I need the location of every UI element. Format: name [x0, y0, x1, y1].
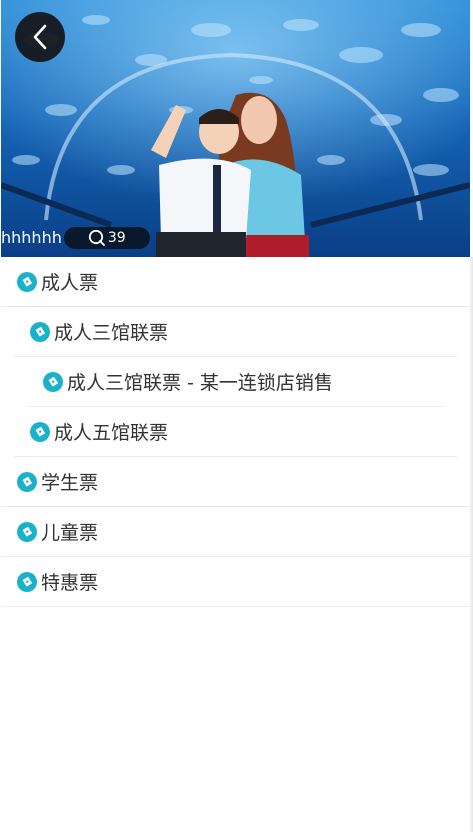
ticket-icon: [30, 421, 50, 442]
ticket-item-label: 成人三馆联票: [54, 322, 169, 344]
chevron-left-icon: [33, 24, 47, 50]
ticket-item-special[interactable]: 特惠票: [1, 557, 470, 607]
ticket-icon: [17, 571, 37, 592]
ticket-item-adult-three-venue-chain-store[interactable]: 成人三馆联票 - 某一连锁店销售: [27, 357, 444, 407]
ticket-item-adult-three-venue[interactable]: 成人三馆联票: [14, 307, 457, 357]
ticket-item-label: 成人票: [41, 272, 99, 294]
comment-count-badge[interactable]: 39: [63, 227, 150, 249]
aquarium-photo: [1, 0, 470, 257]
comment-icon: [88, 229, 105, 246]
ticket-item-adult-five-venue[interactable]: 成人五馆联票: [14, 407, 457, 457]
hero-caption: hhhhhh 39: [1, 227, 150, 249]
ticket-item-label: 成人五馆联票: [54, 422, 169, 444]
ticket-item-label: 学生票: [41, 472, 99, 494]
ticket-item-label: 特惠票: [41, 572, 99, 594]
page: hhhhhh 39 成人票 成人三馆联票 成人三馆联票 - 某一连锁店销售 成人…: [0, 0, 473, 832]
ticket-item-child[interactable]: 儿童票: [1, 507, 470, 557]
ticket-icon: [17, 521, 37, 542]
back-button[interactable]: [15, 12, 65, 62]
ticket-icon: [30, 321, 50, 342]
ticket-icon: [17, 271, 37, 292]
ticket-icon: [17, 471, 37, 492]
ticket-item-label: 儿童票: [41, 522, 99, 544]
hero-banner: hhhhhh 39: [1, 0, 470, 257]
ticket-icon: [43, 371, 63, 392]
ticket-item-label: 成人三馆联票 - 某一连锁店销售: [67, 372, 333, 394]
ticket-item-adult[interactable]: 成人票: [1, 257, 470, 307]
comment-count: 39: [107, 230, 126, 246]
hero-title: hhhhhh: [1, 228, 62, 247]
ticket-item-student[interactable]: 学生票: [1, 457, 470, 507]
ticket-list: 成人票 成人三馆联票 成人三馆联票 - 某一连锁店销售 成人五馆联票 学生票 儿…: [1, 257, 470, 607]
